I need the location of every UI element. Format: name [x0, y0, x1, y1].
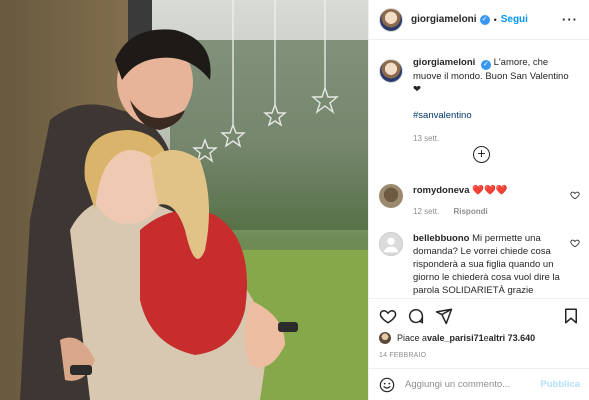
- comment-input[interactable]: Aggiungi un commento...: [405, 379, 540, 390]
- post-caption: giorgiameloni ✓ L'amore, che muove il mo…: [379, 56, 579, 145]
- add-comment-bar: Aggiungi un commento... Pubblica: [369, 368, 589, 400]
- post-side-panel: giorgiameloni ✓ • Segui ··· giorgiamelon…: [368, 0, 589, 400]
- caption-time: 13 sett.: [413, 134, 440, 143]
- post-photo[interactable]: [0, 0, 368, 400]
- comment-text: ❤️❤️❤️: [472, 185, 508, 196]
- post-photo-illustration: [0, 0, 368, 400]
- like-comment-heart-icon[interactable]: [570, 190, 580, 200]
- caption-avatar[interactable]: [379, 59, 403, 83]
- caption-hashtag[interactable]: #sanvalentino: [413, 109, 579, 122]
- likes-summary: Piace a vale_parisi71 e altri 73.640: [379, 332, 535, 344]
- liker-username[interactable]: vale_parisi71: [427, 333, 484, 343]
- publish-button[interactable]: Pubblica: [540, 379, 580, 390]
- verified-badge-icon: ✓: [479, 14, 490, 25]
- commenter-avatar[interactable]: [379, 232, 403, 256]
- likes-prefix: Piace a: [397, 333, 428, 343]
- post-actions-bar: [369, 298, 589, 334]
- instagram-post-view: giorgiameloni ✓ • Segui ··· giorgiamelon…: [0, 0, 589, 400]
- verified-badge-icon: ✓: [480, 60, 491, 70]
- post-header: giorgiameloni ✓ • Segui ···: [369, 0, 589, 40]
- comment-item: romydoneva ❤️❤️❤️ 12 sett. Rispondi: [379, 184, 584, 218]
- comment-bubble-icon[interactable]: [407, 307, 425, 325]
- comment-username[interactable]: romydoneva: [413, 185, 470, 196]
- author-avatar[interactable]: [379, 7, 403, 32]
- commenter-avatar[interactable]: [379, 184, 403, 208]
- comment-username[interactable]: bellebbuono: [413, 233, 469, 244]
- comment-time: 12 sett.: [413, 207, 440, 216]
- like-comment-heart-icon[interactable]: [570, 238, 580, 248]
- more-options-icon[interactable]: ···: [562, 12, 578, 27]
- load-more-comments-icon[interactable]: +: [473, 146, 490, 163]
- header-separator: •: [493, 14, 497, 25]
- caption-username[interactable]: giorgiameloni: [413, 57, 475, 68]
- follow-button[interactable]: Segui: [501, 14, 528, 25]
- emoji-smile-icon[interactable]: [379, 377, 395, 393]
- like-heart-icon[interactable]: [379, 307, 397, 325]
- likes-others[interactable]: altri 73.640: [489, 333, 536, 343]
- save-bookmark-icon[interactable]: [562, 307, 580, 325]
- reply-button[interactable]: Rispondi: [453, 207, 487, 216]
- comment-item: bellebbuono Mi permette una domanda? Le …: [379, 232, 584, 297]
- liker-avatar[interactable]: [379, 332, 391, 344]
- author-username[interactable]: giorgiameloni: [411, 14, 477, 25]
- default-avatar-icon: [383, 237, 399, 253]
- post-date[interactable]: 14 FEBBRAIO: [379, 352, 426, 359]
- share-send-icon[interactable]: [435, 307, 453, 325]
